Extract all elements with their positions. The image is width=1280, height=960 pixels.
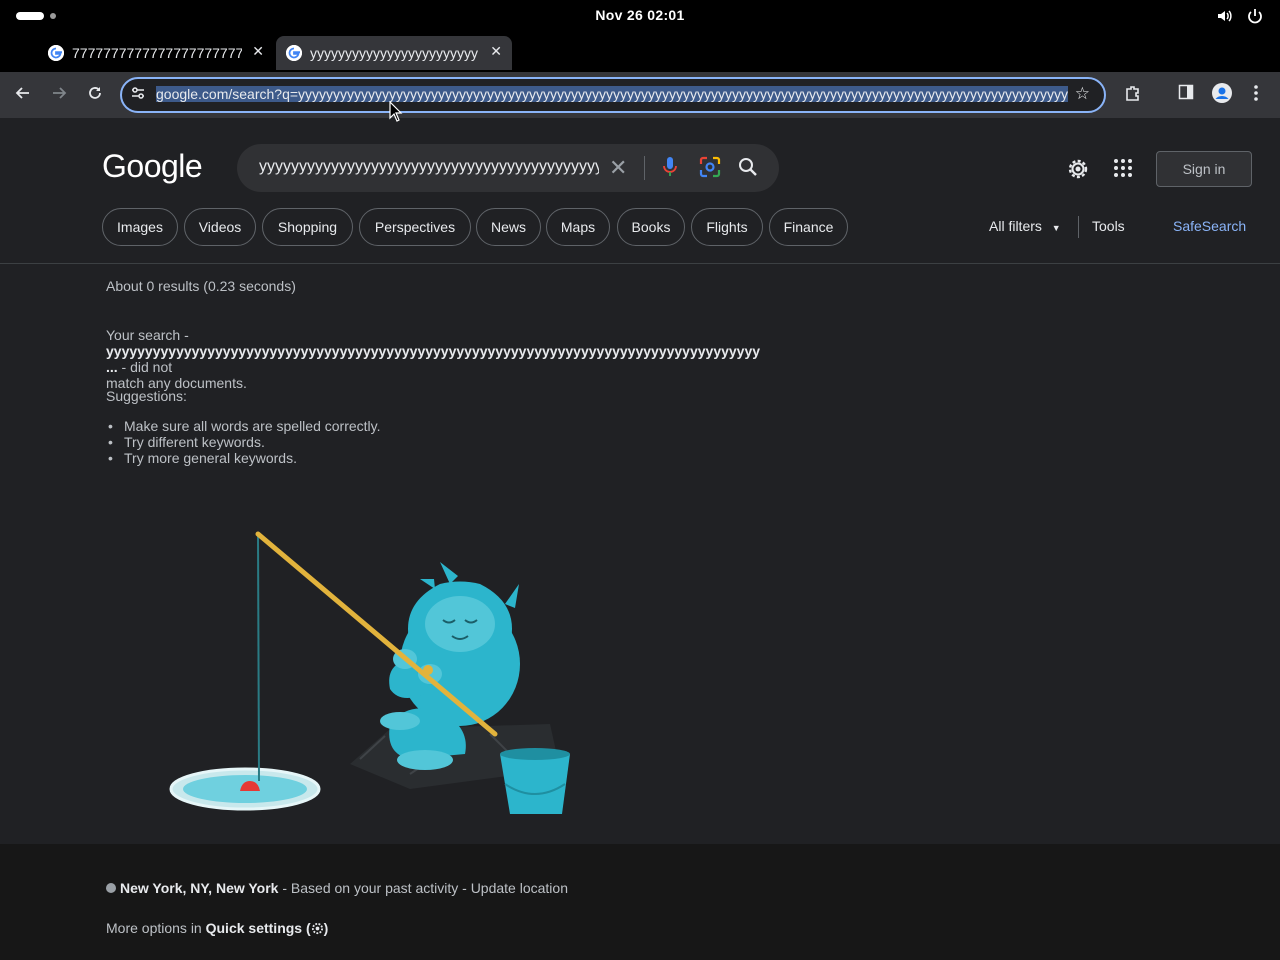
settings-gear-icon[interactable] [1066, 157, 1090, 186]
side-panel-icon[interactable] [1178, 84, 1194, 105]
search-magnifier-icon[interactable] [737, 156, 759, 183]
more-options-text: More options in [106, 920, 206, 936]
chip-books[interactable]: Books [617, 208, 685, 246]
reload-icon[interactable] [86, 84, 104, 107]
list-item: Try more general keywords. [106, 450, 381, 466]
page-footer: New York, NY, New York - Based on your p… [0, 844, 1280, 960]
filters-divider [1078, 216, 1079, 238]
location-line: New York, NY, New York - Based on your p… [106, 880, 568, 896]
profile-avatar-icon[interactable] [1212, 83, 1232, 108]
url-text[interactable]: google.com/search?q=yyyyyyyyyyyyyyyyyyyy… [156, 86, 1068, 104]
no-results-message: Your search - yyyyyyyyyyyyyyyyyyyyyyyyyy… [106, 327, 766, 391]
quick-settings-gear-icon [311, 922, 324, 938]
dropdown-caret-icon: ▼ [1051, 223, 1061, 233]
site-info-tune-icon[interactable] [130, 85, 146, 104]
chip-finance[interactable]: Finance [769, 208, 848, 246]
quick-settings-line: More options in Quick settings () [106, 920, 328, 938]
suggestions-label: Suggestions: [106, 388, 187, 404]
location-name: New York, NY, New York [120, 880, 279, 896]
tab-strip: 7777777777777777777777 ✕ yyyyyyyyyyyyyyy… [0, 32, 1280, 94]
mouse-cursor [389, 100, 403, 128]
chip-images[interactable]: Images [102, 208, 178, 246]
tab-inactive[interactable]: 7777777777777777777777 ✕ [38, 36, 274, 70]
location-source-text: - Based on your past activity - [278, 880, 471, 896]
extensions-puzzle-icon[interactable] [1124, 84, 1142, 107]
all-filters-dropdown[interactable]: All filters ▼ [989, 218, 1061, 234]
sign-in-button[interactable]: Sign in [1156, 151, 1252, 187]
result-stats: About 0 results (0.23 seconds) [106, 278, 296, 294]
search-input[interactable]: yyyyyyyyyyyyyyyyyyyyyyyyyyyyyyyyyyyyyyyy… [259, 158, 599, 176]
google-favicon-icon [48, 45, 64, 61]
address-bar[interactable]: google.com/search?q=yyyyyyyyyyyyyyyyyyyy… [120, 77, 1106, 113]
google-favicon-icon [286, 45, 302, 61]
power-icon[interactable] [1246, 7, 1264, 29]
safesearch-link[interactable]: SafeSearch [1173, 218, 1246, 234]
search-header: Google yyyyyyyyyyyyyyyyyyyyyyyyyyyyyyyyy… [0, 118, 1280, 264]
list-item: Make sure all words are spelled correctl… [106, 418, 381, 434]
chip-news[interactable]: News [476, 208, 541, 246]
ice-fishing-yeti-illustration [160, 524, 590, 829]
more-vert-icon[interactable] [1252, 84, 1260, 107]
list-item: Try different keywords. [106, 434, 381, 450]
forward-arrow-icon[interactable] [50, 84, 68, 107]
search-box[interactable]: yyyyyyyyyyyyyyyyyyyyyyyyyyyyyyyyyyyyyyyy… [237, 144, 779, 192]
bookmark-star-icon[interactable]: ☆ [1075, 84, 1090, 104]
quick-settings-link[interactable]: Quick settings () [206, 920, 329, 936]
chip-perspectives[interactable]: Perspectives [359, 208, 471, 246]
location-dot-icon [106, 883, 116, 893]
google-logo[interactable]: Google [102, 148, 203, 185]
voice-search-mic-icon[interactable] [661, 156, 679, 183]
suggestions-list: Make sure all words are spelled correctl… [106, 418, 381, 466]
tab-active[interactable]: yyyyyyyyyyyyyyyyyyyyyyyy ✕ [276, 36, 512, 70]
chip-shopping[interactable]: Shopping [262, 208, 353, 246]
tab-close-icon[interactable]: ✕ [252, 43, 264, 60]
clear-search-icon[interactable]: ✕ [609, 155, 627, 181]
tab-title: yyyyyyyyyyyyyyyyyyyyyyyy [310, 45, 478, 61]
google-apps-grid-icon[interactable] [1113, 158, 1133, 183]
volume-icon[interactable] [1216, 7, 1234, 29]
results-area: About 0 results (0.23 seconds) Your sear… [0, 264, 1280, 844]
back-arrow-icon[interactable] [14, 84, 32, 107]
did-not-text: - did not [117, 359, 173, 375]
clock[interactable]: Nov 26 02:01 [0, 7, 1280, 23]
tab-close-icon[interactable]: ✕ [490, 43, 502, 60]
match-text: match any documents. [106, 375, 247, 391]
chip-flights[interactable]: Flights [691, 208, 763, 246]
all-filters-label: All filters [989, 218, 1042, 234]
tab-title: 7777777777777777777777 [72, 45, 242, 61]
tools-button[interactable]: Tools [1092, 218, 1125, 234]
google-lens-icon[interactable] [699, 156, 721, 183]
chip-maps[interactable]: Maps [546, 208, 610, 246]
search-divider [644, 156, 645, 180]
system-bar: Nov 26 02:01 [0, 0, 1280, 32]
chip-videos[interactable]: Videos [184, 208, 256, 246]
browser-toolbar: google.com/search?q=yyyyyyyyyyyyyyyyyyyy… [0, 72, 1280, 118]
search-query-echo: yyyyyyyyyyyyyyyyyyyyyyyyyyyyyyyyyyyyyyyy… [106, 343, 761, 375]
update-location-link[interactable]: Update location [471, 880, 568, 896]
your-search-label: Your search - [106, 327, 189, 343]
